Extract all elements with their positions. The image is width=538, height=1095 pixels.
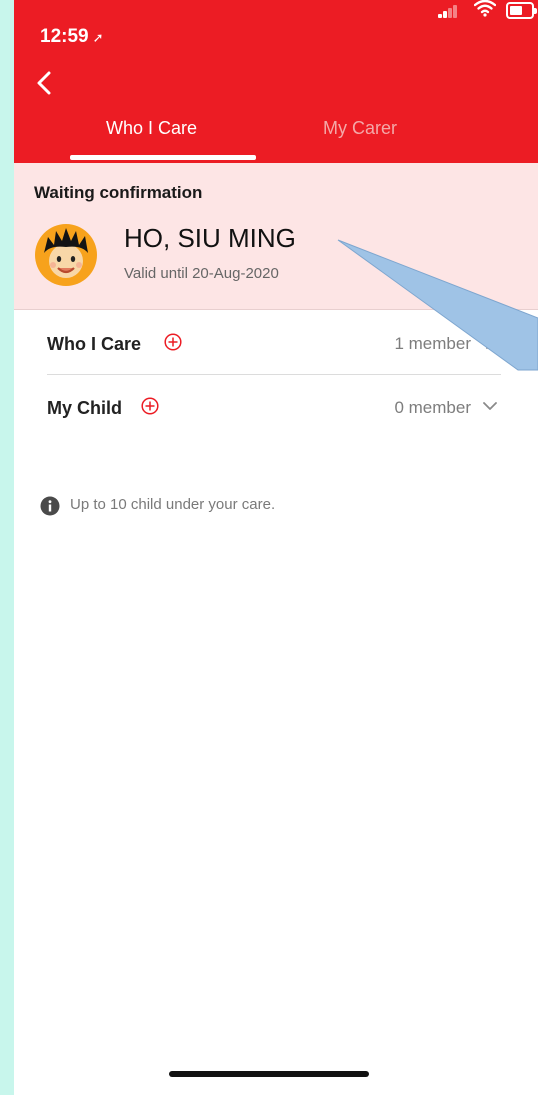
status-time-text: 12:59 [40, 26, 89, 47]
my-child-row[interactable]: My Child 0 member [47, 376, 501, 438]
active-tab-indicator [70, 155, 256, 160]
phone-screen: 12:59 ➚ Who I Care My Carer Waiting confi… [14, 0, 538, 1095]
info-icon [40, 496, 60, 516]
chevron-down-icon[interactable] [483, 399, 497, 413]
my-child-count: 0 member [394, 398, 471, 417]
who-i-care-row[interactable]: Who I Care 1 member [47, 312, 501, 375]
wifi-icon [474, 0, 496, 17]
chevron-right-icon[interactable] [483, 335, 497, 349]
waiting-confirmation-panel: Waiting confirmation HO, SIU MING Valid … [14, 163, 538, 310]
location-icon: ➚ [92, 30, 104, 45]
tab-who-i-care[interactable]: Who I Care [106, 118, 197, 139]
my-child-label: My Child [47, 398, 122, 418]
back-chevron-icon[interactable] [34, 70, 54, 96]
home-indicator [169, 1071, 369, 1077]
waiting-title: Waiting confirmation [34, 183, 203, 202]
app-header: 12:59 ➚ Who I Care My Carer [14, 0, 538, 163]
valid-until-text: Valid until 20-Aug-2020 [124, 265, 279, 282]
who-i-care-label: Who I Care [47, 334, 142, 354]
who-i-care-count: 1 member [394, 334, 471, 353]
tab-my-carer[interactable]: My Carer [323, 118, 397, 139]
info-text: Up to 10 child under your care. [70, 496, 276, 513]
battery-icon [506, 2, 537, 19]
status-time: 12:59 ➚ [40, 26, 104, 48]
add-who-i-care-icon[interactable] [164, 333, 182, 351]
person-name: HO, SIU MING [124, 223, 296, 253]
add-child-icon[interactable] [141, 397, 159, 415]
avatar[interactable] [34, 223, 98, 287]
signal-icon [438, 4, 457, 18]
